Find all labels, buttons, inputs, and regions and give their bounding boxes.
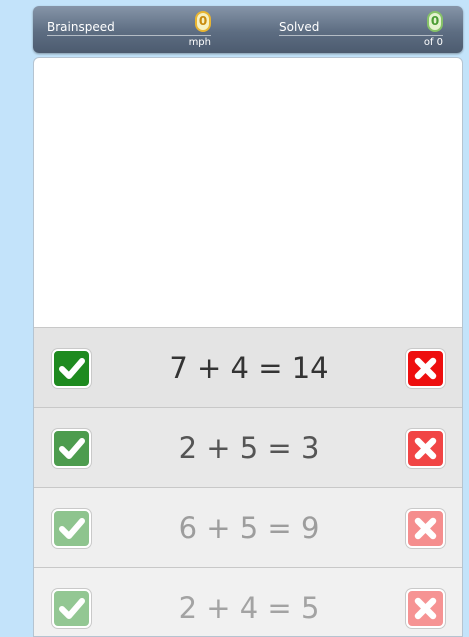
x-icon [414,597,437,620]
problem-row: 2 + 5 = 3 [34,407,462,487]
mark-wrong-button[interactable] [406,509,445,548]
problem-equation: 6 + 5 = 9 [178,511,320,545]
brainspeed-label: Brainspeed [47,20,115,34]
brainspeed-unit: mph [188,37,211,48]
mark-correct-button[interactable] [52,429,91,468]
game-panel: 7 + 4 = 14 2 + 5 = 3 6 + 5 = 9 2 + 4 = 5 [33,57,463,637]
check-icon [59,518,85,539]
brainspeed-value-badge: 0 [195,11,211,32]
problem-equation: 2 + 5 = 3 [178,431,320,465]
mark-correct-button[interactable] [52,349,91,388]
problem-row: 6 + 5 = 9 [34,487,462,567]
check-icon [59,358,85,379]
mark-wrong-button[interactable] [406,349,445,388]
brainspeed-divider [47,35,211,36]
check-icon [59,438,85,459]
problem-list: 7 + 4 = 14 2 + 5 = 3 6 + 5 = 9 2 + 4 = 5 [34,327,462,636]
solved-stat: Solved 0 of 0 [279,6,443,53]
solved-value-badge: 0 [427,11,443,32]
problem-equation: 7 + 4 = 14 [169,351,329,385]
mark-correct-button[interactable] [52,509,91,548]
stats-header: Brainspeed 0 mph Solved 0 of 0 [33,6,463,53]
solved-label: Solved [279,20,320,34]
brainspeed-stat: Brainspeed 0 mph [47,6,211,53]
solved-total: of 0 [423,37,443,48]
check-icon [59,598,85,619]
mark-correct-button[interactable] [52,589,91,628]
problem-row: 7 + 4 = 14 [34,327,462,407]
mark-wrong-button[interactable] [406,429,445,468]
mark-wrong-button[interactable] [406,589,445,628]
x-icon [414,357,437,380]
problem-row: 2 + 4 = 5 [34,567,462,636]
x-icon [414,517,437,540]
x-icon [414,437,437,460]
problem-equation: 2 + 4 = 5 [178,591,320,625]
solved-divider [279,35,443,36]
